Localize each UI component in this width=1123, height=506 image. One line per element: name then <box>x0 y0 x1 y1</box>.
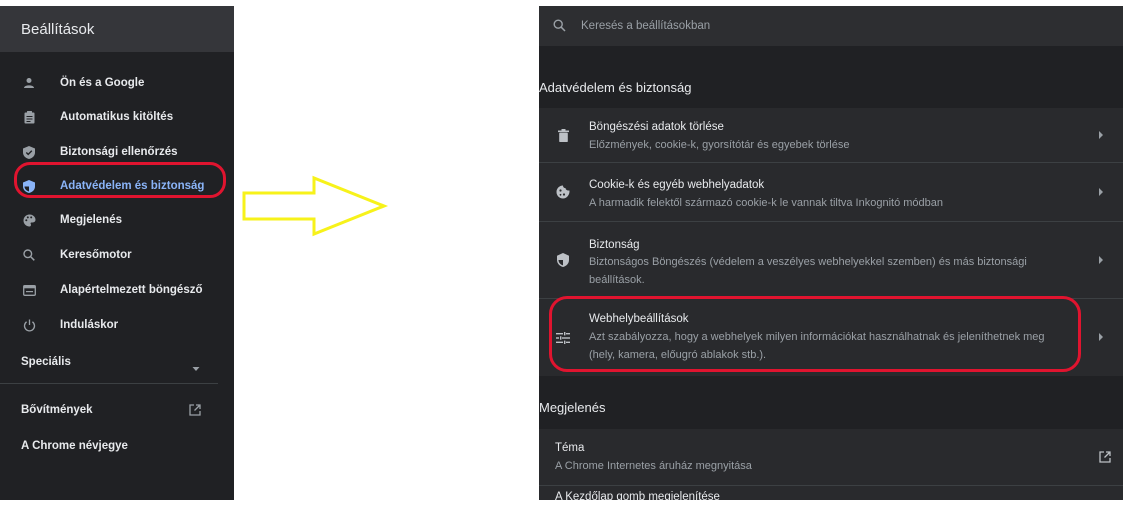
row-home-button[interactable]: A Kezdőlap gomb megjelenítése <box>539 486 1123 500</box>
row-subtitle: A Chrome Internetes áruház megnyitása <box>555 460 752 472</box>
page-title: Beállítások <box>21 20 95 38</box>
sidebar-item-label: Alapértelmezett böngésző <box>60 284 203 296</box>
chevron-right-icon <box>1099 188 1103 196</box>
row-title: Biztonság <box>589 239 640 251</box>
sidebar-item-default-browser[interactable]: Alapértelmezett böngésző <box>0 273 234 307</box>
row-clear-browsing-data[interactable]: Böngészési adatok törlése Előzmények, co… <box>539 108 1123 162</box>
row-theme[interactable]: Téma A Chrome Internetes áruház megnyitá… <box>539 429 1123 481</box>
open-in-new-icon[interactable] <box>1099 450 1111 468</box>
open-in-new-icon[interactable] <box>189 403 201 421</box>
search-input[interactable]: Keresés a beállításokban <box>581 20 710 32</box>
row-cookies[interactable]: Cookie-k és egyéb webhelyadatok A harmad… <box>539 163 1123 221</box>
advanced-label: Speciális <box>21 356 71 368</box>
search-icon <box>22 248 36 262</box>
search-icon <box>553 19 567 33</box>
clipboard-icon <box>22 110 36 124</box>
arrow-annotation <box>242 175 389 237</box>
chevron-right-icon <box>1099 333 1103 341</box>
browser-icon <box>22 283 36 297</box>
chevron-right-icon <box>1099 256 1103 264</box>
palette-icon <box>22 213 36 227</box>
chevron-right-icon <box>1099 131 1103 139</box>
sidebar-item-on-startup[interactable]: Induláskor <box>0 308 234 342</box>
highlight-ring-site-settings <box>549 296 1081 372</box>
sidebar-item-appearance[interactable]: Megjelenés <box>0 203 234 237</box>
sidebar-item-label: Keresőmotor <box>60 249 132 261</box>
advanced-section[interactable]: Speciális <box>21 356 71 368</box>
section-title-appearance: Megjelenés <box>539 400 606 415</box>
row-title: Téma <box>555 442 585 454</box>
sidebar-item-extensions[interactable]: Bővítmények <box>21 404 93 416</box>
about-label: A Chrome névjegye <box>21 440 128 452</box>
appearance-card: Téma A Chrome Internetes áruház megnyitá… <box>539 429 1123 500</box>
sidebar-item-label: Ön és a Google <box>60 77 145 89</box>
row-security[interactable]: Biztonság Biztonságos Böngészés (védelem… <box>539 222 1123 298</box>
row-subtitle: A harmadik felektől származó cookie-k le… <box>589 197 944 209</box>
power-icon <box>22 318 36 332</box>
row-subtitle: Biztonságos Böngészés (védelem a veszély… <box>589 256 1027 286</box>
row-title: A Kezdőlap gomb megjelenítése <box>555 491 720 500</box>
settings-main: Keresés a beállításokban Adatvédelem és … <box>539 6 1123 500</box>
screenshot-frame: Beállítások Ön és a Google Automatikus k… <box>0 0 1123 506</box>
row-title: Böngészési adatok törlése <box>589 121 724 133</box>
trash-icon <box>555 127 571 143</box>
sidebar-item-label: Induláskor <box>60 319 119 331</box>
sidebar-item-search-engine[interactable]: Keresőmotor <box>0 238 234 272</box>
cookie-icon <box>555 184 571 200</box>
sidebar-divider <box>0 383 218 384</box>
row-subtitle: Előzmények, cookie-k, gyorsítótár és egy… <box>589 139 850 151</box>
highlight-ring-nav <box>14 162 226 198</box>
shield-check-icon <box>22 145 36 159</box>
row-title: Cookie-k és egyéb webhelyadatok <box>589 179 765 191</box>
appearance-title: Megjelenés <box>539 400 606 415</box>
privacy-title: Adatvédelem és biztonság <box>539 80 692 95</box>
search-bar[interactable]: Keresés a beállításokban <box>539 6 1123 46</box>
chevron-down-icon[interactable] <box>192 359 200 377</box>
sidebar-item-you-and-google[interactable]: Ön és a Google <box>0 66 234 100</box>
sidebar: Beállítások Ön és a Google Automatikus k… <box>0 6 234 500</box>
sidebar-item-about-chrome[interactable]: A Chrome névjegye <box>21 440 128 452</box>
section-title-privacy: Adatvédelem és biztonság <box>539 80 691 95</box>
extensions-label: Bővítmények <box>21 404 93 416</box>
person-icon <box>22 76 36 90</box>
shield-icon <box>555 252 571 268</box>
sidebar-item-label: Megjelenés <box>60 214 122 226</box>
sidebar-item-label: Automatikus kitöltés <box>60 111 174 123</box>
sidebar-item-label: Biztonsági ellenőrzés <box>60 146 178 158</box>
sidebar-header: Beállítások <box>0 6 234 52</box>
sidebar-item-autofill[interactable]: Automatikus kitöltés <box>0 100 234 134</box>
